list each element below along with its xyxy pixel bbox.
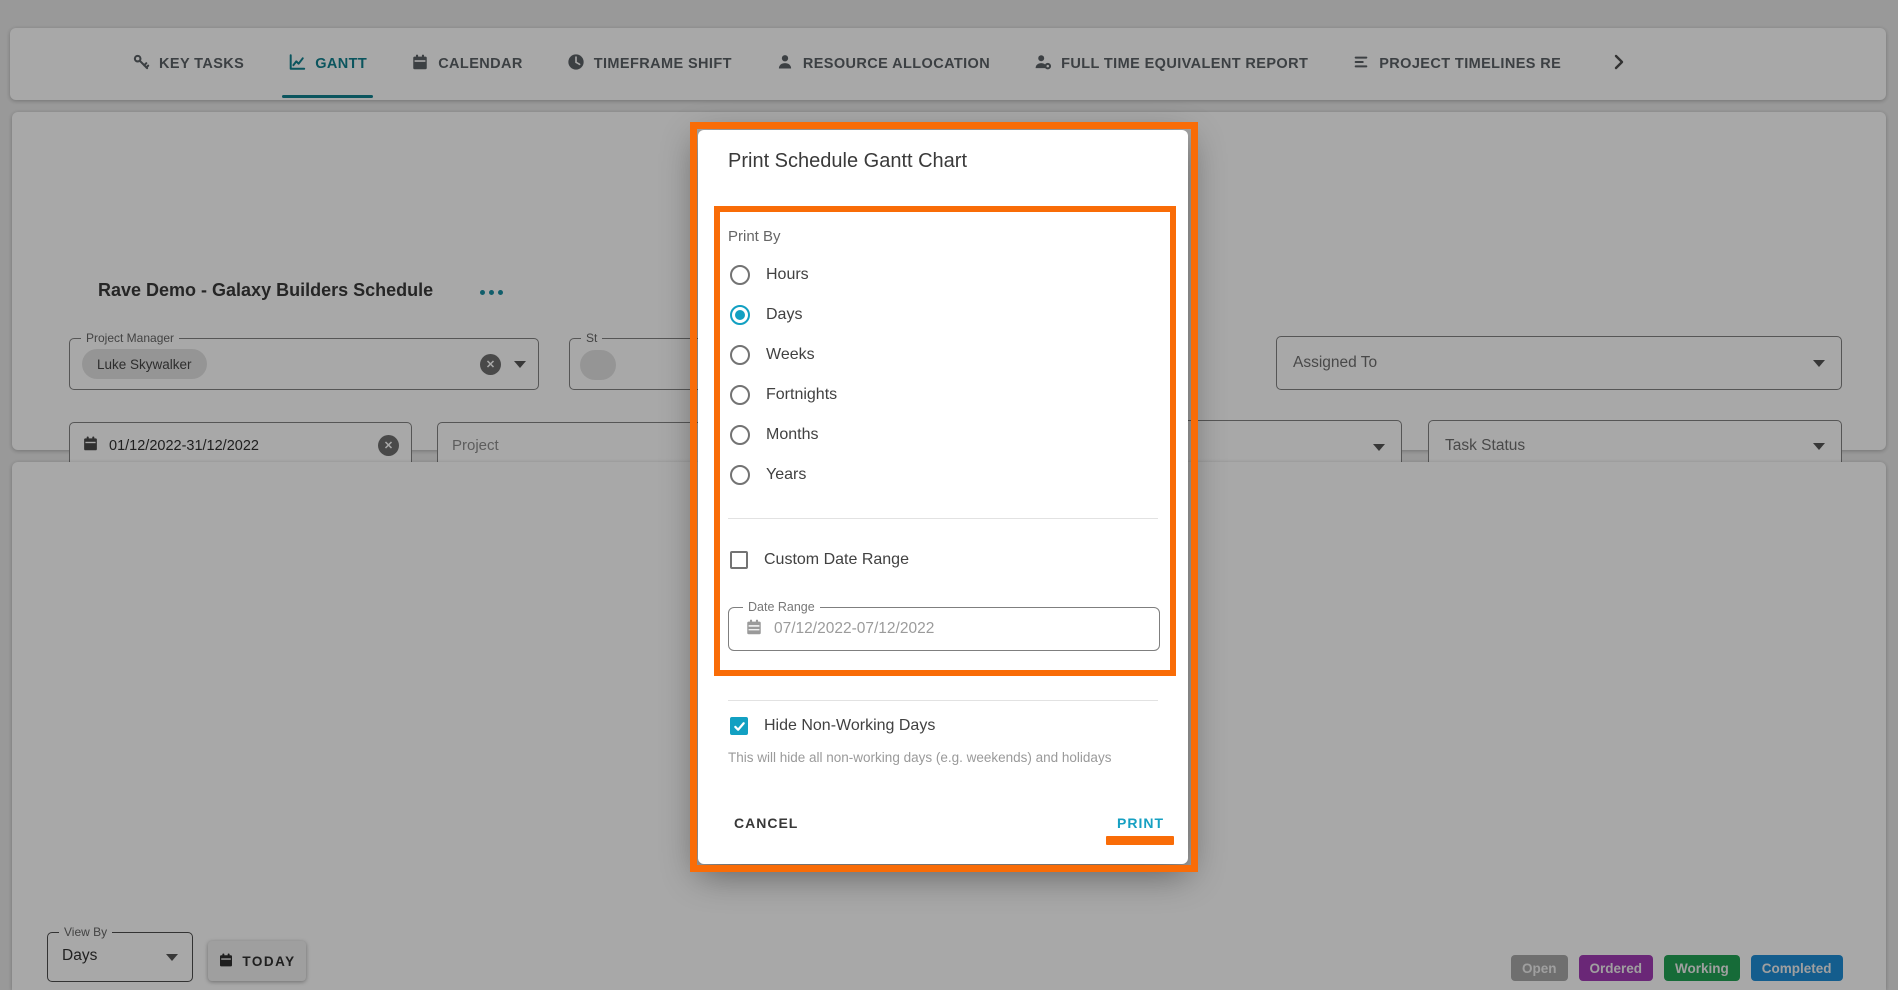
print-button[interactable]: PRINT	[1111, 814, 1170, 832]
radio-option-weeks[interactable]: Weeks	[730, 341, 815, 369]
app-root: KEY TASKSGANTTCALENDARTIMEFRAME SHIFTRES…	[0, 0, 1898, 990]
dialog-date-range-label: Date Range	[743, 600, 820, 614]
dialog-date-range-placeholder: 07/12/2022-07/12/2022	[774, 620, 934, 638]
radio-unselected-icon[interactable]	[730, 385, 750, 405]
checkbox-checked-icon[interactable]	[730, 717, 748, 735]
radio-unselected-icon[interactable]	[730, 345, 750, 365]
print-by-label: Print By	[728, 228, 781, 245]
hide-non-working-checkbox[interactable]: Hide Non-Working Days	[730, 712, 935, 740]
radio-option-months[interactable]: Months	[730, 421, 818, 449]
checkbox-unchecked-icon[interactable]	[730, 551, 748, 569]
dialog-date-range-field[interactable]: Date Range 07/12/2022-07/12/2022	[728, 607, 1160, 651]
hide-non-working-hint: This will hide all non-working days (e.g…	[728, 750, 1111, 765]
cancel-button[interactable]: CANCEL	[728, 814, 804, 832]
custom-date-range-label: Custom Date Range	[764, 551, 909, 569]
radio-option-years[interactable]: Years	[730, 461, 806, 489]
highlight-print-underline	[1106, 836, 1174, 845]
radio-option-hours[interactable]: Hours	[730, 261, 809, 289]
divider	[728, 518, 1158, 519]
radio-unselected-icon[interactable]	[730, 265, 750, 285]
radio-unselected-icon[interactable]	[730, 465, 750, 485]
radio-unselected-icon[interactable]	[730, 425, 750, 445]
dialog-title: Print Schedule Gantt Chart	[728, 150, 967, 173]
custom-date-range-checkbox[interactable]: Custom Date Range	[730, 546, 909, 574]
hide-non-working-label: Hide Non-Working Days	[764, 717, 935, 735]
divider	[728, 700, 1158, 701]
radio-selected-icon[interactable]	[730, 305, 750, 325]
radio-option-days[interactable]: Days	[730, 301, 802, 329]
calendar-icon	[745, 618, 763, 641]
radio-option-fortnights[interactable]: Fortnights	[730, 381, 837, 409]
print-schedule-dialog: Print Schedule Gantt Chart Print By Hour…	[698, 130, 1188, 864]
